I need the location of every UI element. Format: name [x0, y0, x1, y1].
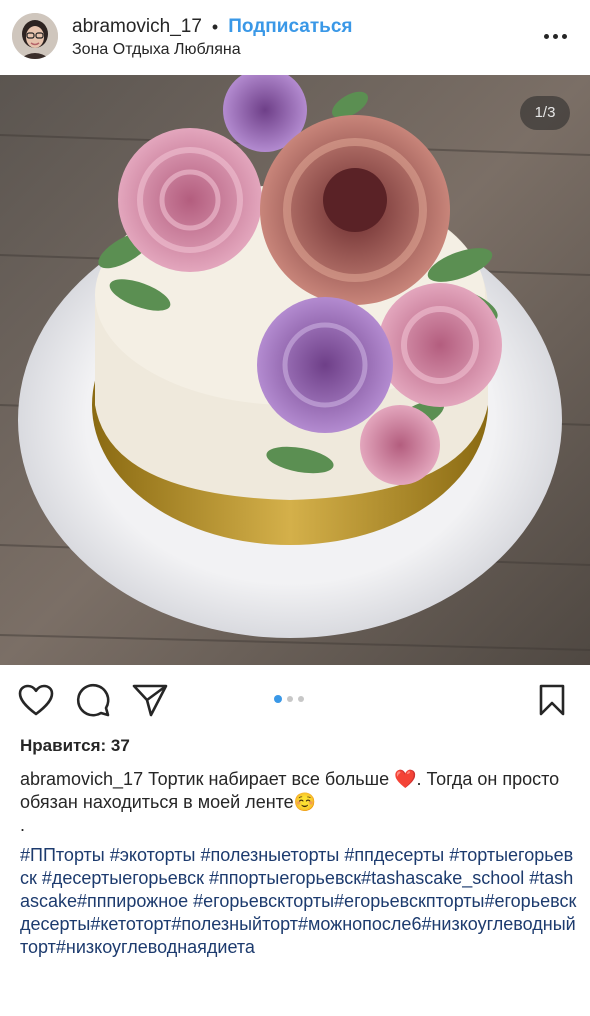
paper-plane-icon[interactable] — [132, 683, 168, 722]
caption: abramovich_17 Тортик набирает все больше… — [20, 768, 572, 814]
caption-username[interactable]: abramovich_17 — [20, 769, 143, 789]
carousel-dot-active — [274, 695, 282, 703]
more-horizontal-icon[interactable] — [544, 34, 567, 39]
follow-button[interactable]: Подписаться — [228, 16, 352, 38]
caption-separator: . — [20, 815, 26, 835]
comment-icon[interactable] — [76, 683, 110, 722]
avatar[interactable] — [12, 13, 58, 59]
carousel-counter: 1/3 — [520, 96, 570, 130]
post-header: abramovich_17 • Подписаться Зона Отдыха … — [0, 0, 590, 75]
username[interactable]: abramovich_17 — [72, 16, 202, 38]
carousel-dot — [287, 696, 293, 702]
post-photo[interactable] — [0, 75, 590, 665]
hashtags[interactable]: #ППторты #экоторты #полезныеторты #ппдес… — [20, 844, 580, 959]
bookmark-icon[interactable] — [538, 684, 566, 721]
carousel-indicator — [274, 695, 304, 703]
likes-count[interactable]: Нравится: 37 — [20, 736, 130, 756]
carousel-dot — [298, 696, 304, 702]
header-user-row: abramovich_17 • Подписаться — [72, 14, 352, 40]
separator-dot: • — [211, 16, 219, 37]
heart-icon[interactable] — [18, 684, 54, 721]
location-link[interactable]: Зона Отдыха Любляна — [72, 41, 241, 59]
